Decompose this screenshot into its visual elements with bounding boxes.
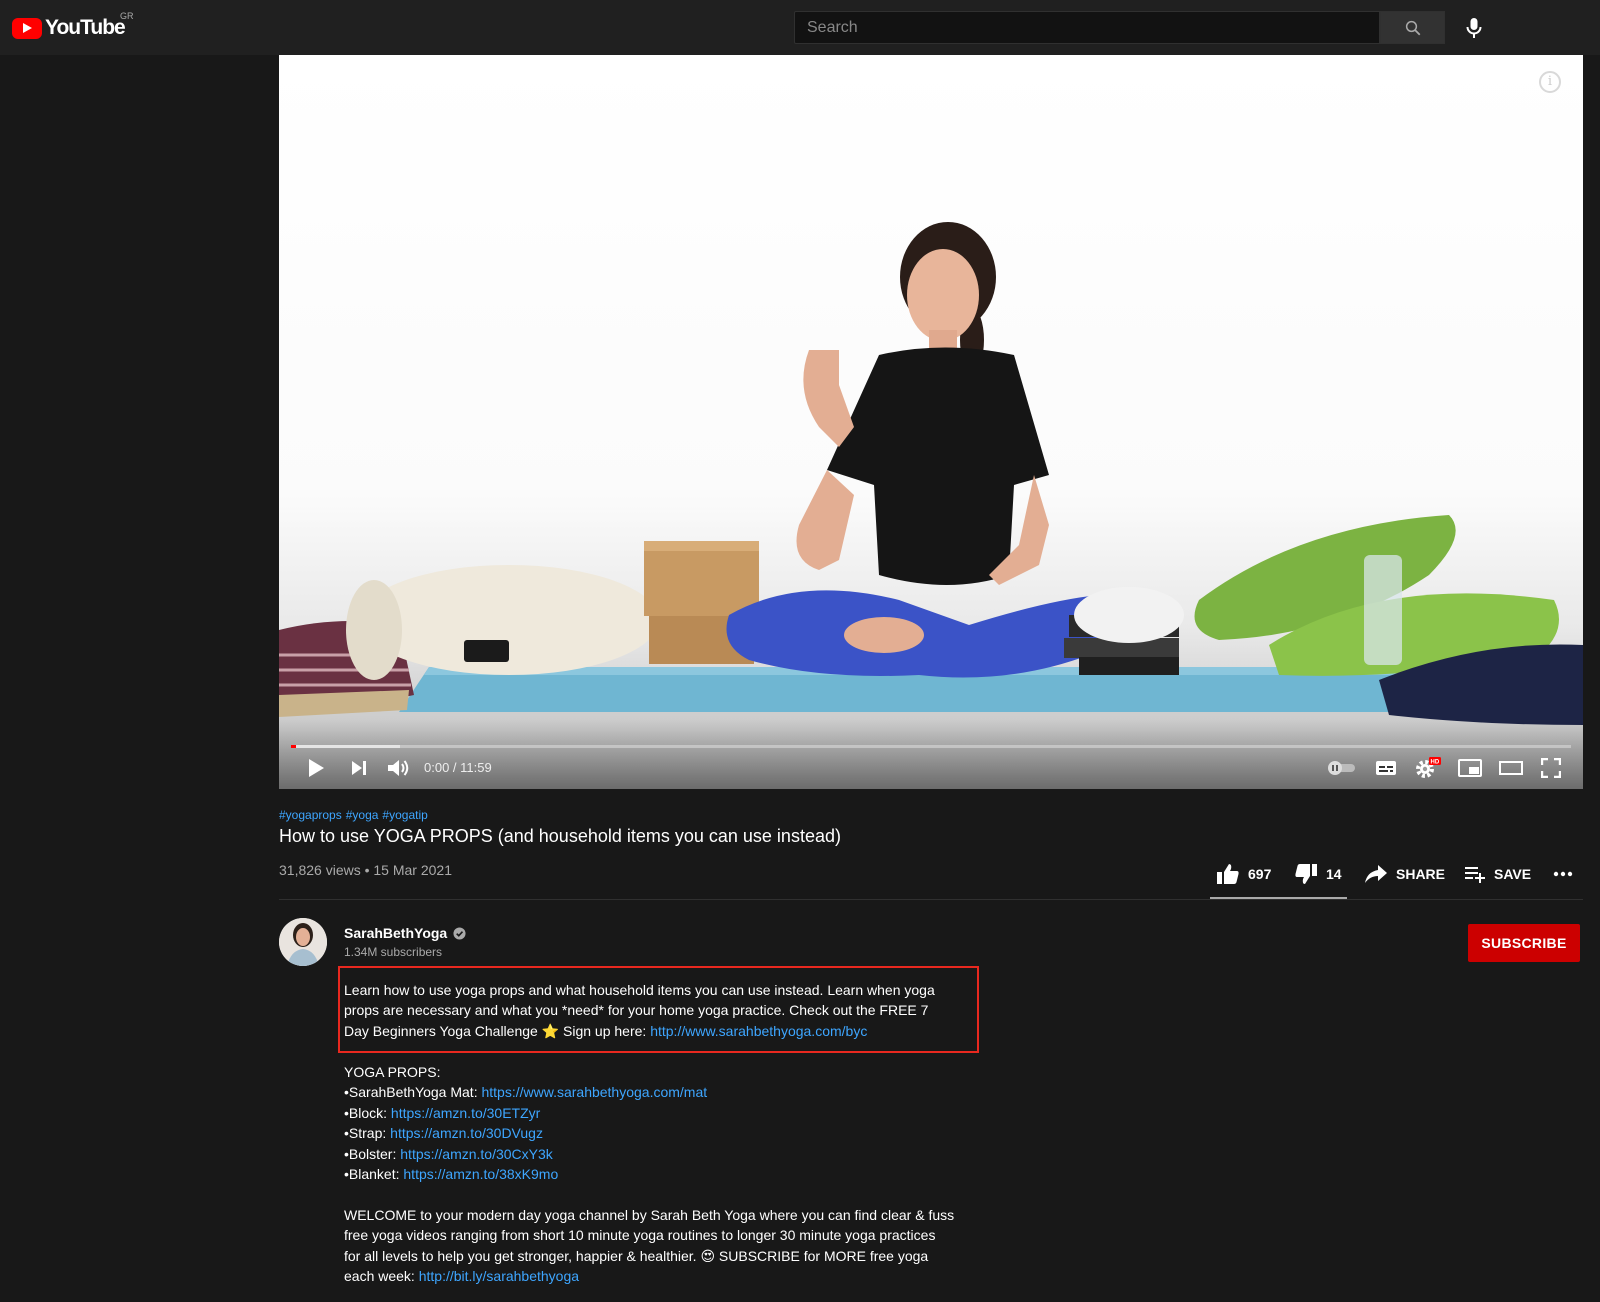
- hashtag-link[interactable]: #yogatip: [382, 808, 427, 822]
- microphone-icon: [1466, 17, 1482, 38]
- miniplayer-icon: [1458, 759, 1482, 777]
- progress-played: [291, 745, 297, 748]
- more-actions-button[interactable]: [1553, 862, 1573, 886]
- time-display: 0:00 / 11:59: [424, 760, 492, 775]
- like-count: 697: [1248, 866, 1272, 882]
- share-button[interactable]: SHARE: [1364, 862, 1445, 886]
- thumbs-up-icon: [1217, 864, 1239, 884]
- settings-hd-icon: HD: [1416, 757, 1441, 778]
- theater-mode-button[interactable]: [1497, 752, 1525, 784]
- voice-search-button[interactable]: [1456, 11, 1492, 44]
- avatar-image: [279, 918, 327, 966]
- fullscreen-icon: [1541, 758, 1561, 778]
- highlight-box: [338, 966, 979, 1053]
- description-line: WELCOME to your modern day yoga channel …: [344, 1207, 955, 1223]
- volume-icon: [388, 760, 409, 776]
- prop-item: •Block: https://amzn.to/30ETZyr: [344, 1103, 707, 1123]
- verified-badge-icon: [453, 926, 466, 940]
- subscribe-button[interactable]: SUBSCRIBE: [1468, 924, 1580, 962]
- channel-link[interactable]: http://bit.ly/sarahbethyoga: [419, 1268, 579, 1284]
- subtitles-icon: [1376, 761, 1396, 775]
- next-button[interactable]: [346, 752, 372, 784]
- prop-label: •Block:: [344, 1104, 391, 1121]
- subtitles-button[interactable]: [1373, 752, 1399, 784]
- prop-link[interactable]: https://amzn.to/30ETZyr: [391, 1105, 540, 1121]
- channel-name: SarahBethYoga: [344, 925, 448, 941]
- save-button[interactable]: SAVE: [1464, 862, 1531, 886]
- dislike-count: 14: [1326, 866, 1342, 882]
- country-code: GR: [120, 11, 134, 21]
- props-heading: YOGA PROPS:: [344, 1064, 441, 1080]
- channel-avatar[interactable]: [279, 918, 327, 966]
- masthead: YouTube GR: [0, 0, 1600, 55]
- save-label: SAVE: [1494, 866, 1532, 882]
- search-input[interactable]: [795, 12, 1379, 43]
- prop-label: •Blanket:: [344, 1166, 404, 1183]
- description-line: free yoga videos ranging from short 10 m…: [344, 1227, 936, 1244]
- hashtags: #yogaprops #yoga #yogatip: [279, 808, 428, 822]
- prop-item: •Bolster: https://amzn.to/30CxY3k: [344, 1144, 707, 1164]
- divider: [279, 899, 1583, 900]
- hashtag-link[interactable]: #yogaprops: [279, 808, 342, 822]
- progress-bar[interactable]: [291, 745, 1571, 748]
- thumbs-down-icon: [1295, 864, 1317, 884]
- search-icon: [1405, 20, 1420, 35]
- prop-link[interactable]: https://amzn.to/30CxY3k: [400, 1146, 553, 1162]
- miniplayer-button[interactable]: [1457, 752, 1483, 784]
- info-icon[interactable]: i: [1539, 71, 1561, 93]
- description-line: each week: http://bit.ly/sarahbethyoga: [344, 1266, 954, 1286]
- youtube-logo[interactable]: YouTube GR: [12, 11, 134, 40]
- play-button[interactable]: [303, 752, 329, 784]
- video-frame: [279, 222, 1583, 725]
- dislike-button[interactable]: 14: [1294, 862, 1342, 886]
- subscriber-count: 1.34M subscribers: [344, 945, 443, 959]
- share-label: SHARE: [1396, 866, 1446, 882]
- hashtag-link[interactable]: #yoga: [346, 808, 379, 822]
- fullscreen-button[interactable]: [1538, 752, 1564, 784]
- svg-text:HD: HD: [1431, 760, 1440, 766]
- like-button[interactable]: 697: [1216, 862, 1271, 886]
- more-horizontal-icon: [1553, 871, 1573, 877]
- description-text: each week:: [344, 1268, 419, 1285]
- prop-label: •Bolster:: [344, 1145, 401, 1162]
- volume-button[interactable]: [384, 752, 414, 784]
- search-button[interactable]: [1380, 11, 1445, 44]
- prop-item: •SarahBethYoga Mat: https://www.sarahbet…: [344, 1082, 707, 1102]
- prop-link[interactable]: https://www.sarahbethyoga.com/mat: [481, 1084, 707, 1100]
- settings-button[interactable]: HD: [1414, 752, 1442, 784]
- logo-text: YouTube: [45, 16, 126, 39]
- next-icon: [352, 761, 366, 775]
- playlist-add-icon: [1465, 867, 1485, 883]
- search-box: [794, 11, 1380, 44]
- youtube-play-icon: [12, 17, 42, 39]
- play-icon: [309, 759, 324, 777]
- video-title: How to use YOGA PROPS (and household ite…: [279, 826, 841, 846]
- prop-item: •Strap: https://amzn.to/30DVugz: [344, 1123, 707, 1143]
- description-line: for all levels to help you get stronger,…: [344, 1247, 929, 1264]
- video-player[interactable]: i: [279, 55, 1583, 789]
- prop-label: •Strap:: [344, 1125, 391, 1142]
- prop-label: •SarahBethYoga Mat:: [344, 1084, 482, 1101]
- autoplay-toggle[interactable]: [1326, 752, 1358, 784]
- theater-mode-icon: [1499, 761, 1523, 775]
- channel-name-row[interactable]: SarahBethYoga: [344, 925, 466, 941]
- share-icon: [1365, 865, 1387, 883]
- autoplay-toggle-icon: [1328, 761, 1355, 775]
- description-welcome: WELCOME to your modern day yoga channel …: [344, 1205, 954, 1287]
- prop-link[interactable]: https://amzn.to/38xK9mo: [403, 1166, 558, 1182]
- view-count-date: 31,826 views • 15 Mar 2021: [279, 862, 453, 878]
- yoga-props-list: YOGA PROPS: •SarahBethYoga Mat: https://…: [344, 1062, 707, 1184]
- prop-item: •Blanket: https://amzn.to/38xK9mo: [344, 1164, 707, 1184]
- progress-buffered: [291, 745, 400, 748]
- prop-link[interactable]: https://amzn.to/30DVugz: [390, 1125, 543, 1141]
